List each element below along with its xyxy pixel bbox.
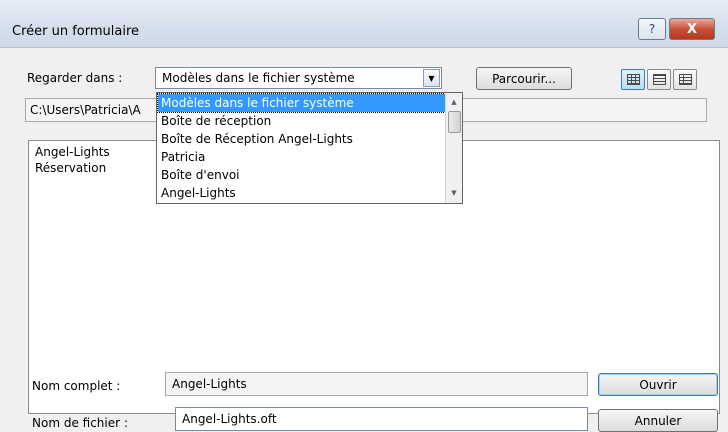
dialog-title: Créer un formulaire xyxy=(12,24,140,39)
list-view-icon xyxy=(627,74,640,85)
chevron-down-icon[interactable]: ▼ xyxy=(423,69,440,87)
full-name-label: Nom complet : xyxy=(32,379,121,393)
file-name-input[interactable]: Angel-Lights.oft xyxy=(175,407,588,431)
look-in-selected-value: Modèles dans le fichier système xyxy=(162,71,355,85)
open-button-label: Ouvrir xyxy=(639,377,677,392)
scroll-up-icon[interactable]: ▲ xyxy=(446,94,462,110)
title-bar: Créer un formulaire ? X xyxy=(0,0,728,48)
list-item[interactable]: Réservation xyxy=(35,161,106,175)
details-view-icon xyxy=(653,74,666,85)
list-view-button[interactable] xyxy=(621,69,645,90)
cancel-button-label: Annuler xyxy=(634,413,682,428)
tree-view-button[interactable] xyxy=(673,69,697,90)
file-name-value: Angel-Lights.oft xyxy=(182,412,277,426)
tree-view-icon xyxy=(679,74,692,85)
dropdown-option[interactable]: Patricia xyxy=(158,148,445,166)
help-icon: ? xyxy=(648,22,656,36)
close-button[interactable]: X xyxy=(669,18,715,40)
dropdown-option[interactable]: Boîte de Réception Angel-Lights xyxy=(158,130,445,148)
create-form-dialog: Créer un formulaire ? X Regarder dans : … xyxy=(0,0,728,432)
dropdown-scrollbar[interactable]: ▲ ▼ xyxy=(445,93,462,203)
cancel-button[interactable]: Annuler xyxy=(598,409,718,432)
dropdown-option[interactable]: Angel-Lights xyxy=(158,184,445,202)
look-in-label: Regarder dans : xyxy=(27,71,123,85)
scrollbar-thumb[interactable] xyxy=(448,111,461,133)
look-in-combobox[interactable]: Modèles dans le fichier système ▼ xyxy=(155,67,442,89)
dropdown-option[interactable]: Boîte de réception xyxy=(158,112,445,130)
path-value: C:\Users\Patricia\A xyxy=(30,103,141,117)
dialog-body: Regarder dans : Modèles dans le fichier … xyxy=(10,56,720,432)
file-name-label: Nom de fichier : xyxy=(32,416,128,430)
browse-button-label: Parcourir... xyxy=(492,71,556,86)
full-name-value: Angel-Lights xyxy=(172,377,247,391)
full-name-field: Angel-Lights xyxy=(165,372,588,396)
dropdown-option[interactable]: Modèles dans le fichier système xyxy=(157,93,446,113)
help-button[interactable]: ? xyxy=(638,18,666,40)
list-item[interactable]: Angel-Lights xyxy=(35,145,110,159)
open-button[interactable]: Ouvrir xyxy=(598,373,718,396)
scroll-down-icon[interactable]: ▼ xyxy=(446,185,462,201)
browse-button[interactable]: Parcourir... xyxy=(476,67,572,90)
close-icon: X xyxy=(686,21,698,37)
details-view-button[interactable] xyxy=(647,69,671,90)
look-in-dropdown-list[interactable]: Modèles dans le fichier système Boîte de… xyxy=(156,92,463,204)
dropdown-option[interactable]: Boîte d'envoi xyxy=(158,166,445,184)
